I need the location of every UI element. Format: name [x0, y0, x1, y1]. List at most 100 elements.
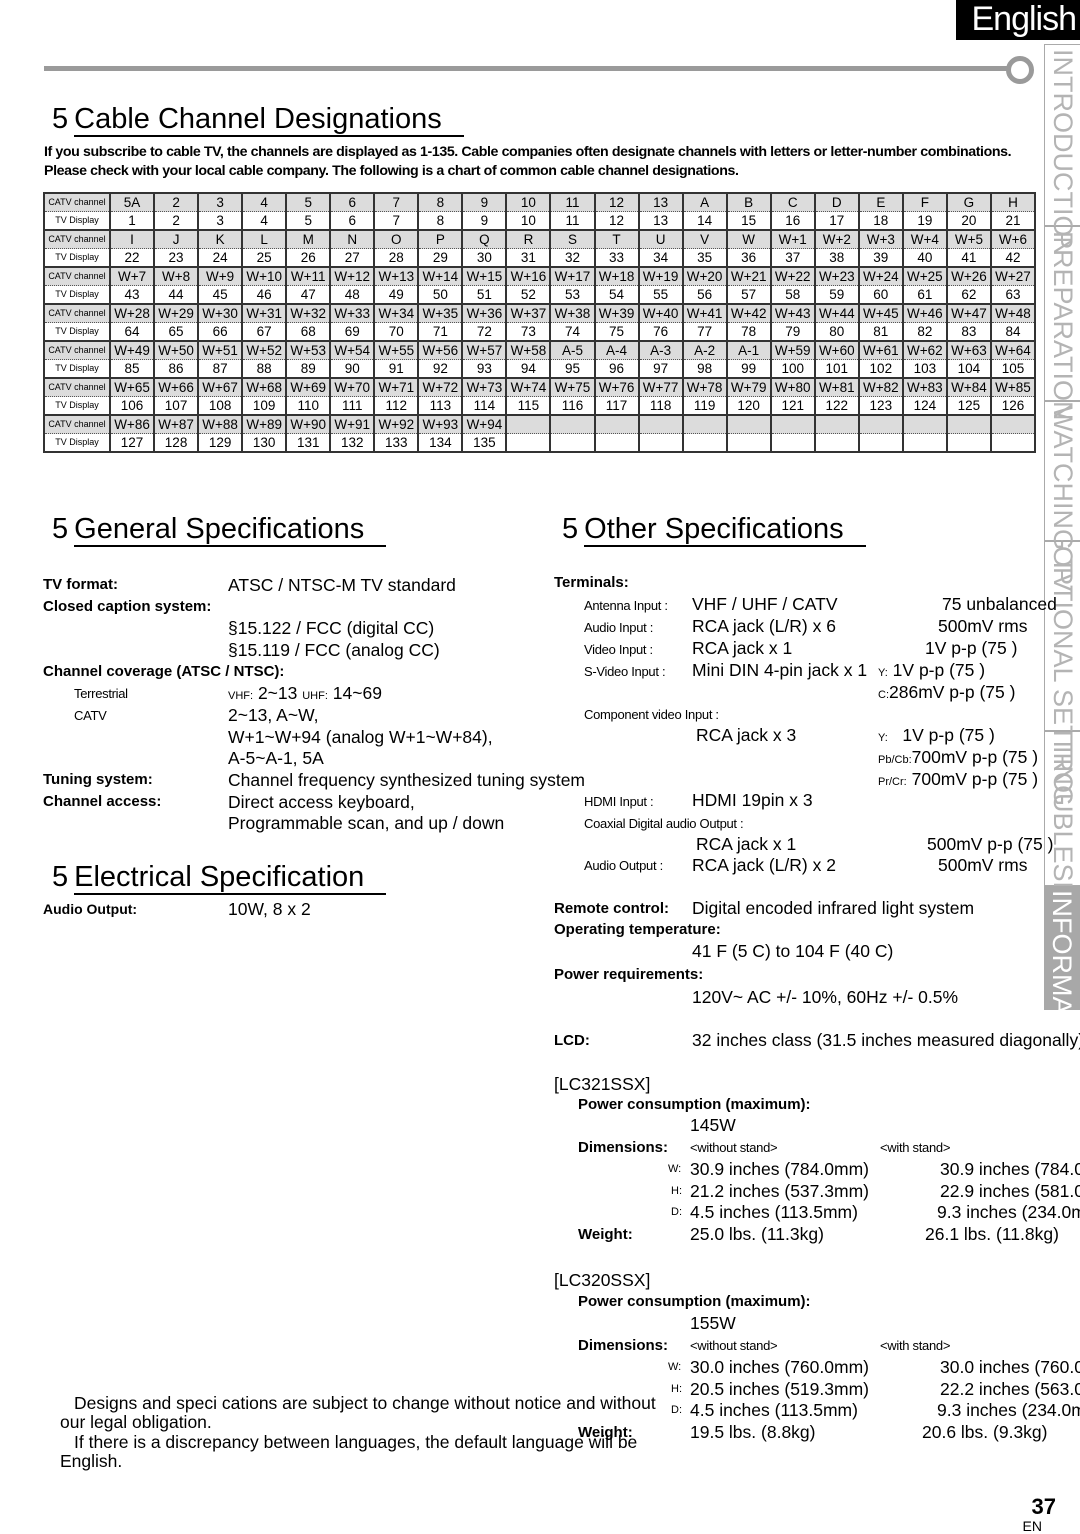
catv-channel-cell: W+73	[461, 377, 508, 397]
catv-channel-cell: W+88	[197, 414, 244, 434]
catv-channel-cell	[857, 414, 904, 434]
tv-display-cell: 64	[108, 322, 156, 342]
catv-channel-cell: L	[241, 229, 288, 249]
catv-channel-cell: W+67	[197, 377, 244, 397]
tv-display-cell: 61	[901, 285, 948, 305]
operating-temp-value: 41 F (5 C) to 104 F (40 C)	[692, 941, 894, 961]
catv-channel-row: CATV channel W+28 W+29 W+30 W+31 W+32 W+33 W+34…	[43, 303, 1037, 323]
catv-channel-cell: W+38	[549, 303, 596, 323]
tv-display-cell: 58	[769, 285, 816, 305]
catv-channel-cell: F	[901, 192, 948, 212]
tv-display-cell: 1	[108, 211, 156, 231]
footer-note-2-line-1: If there is a discrepancy between langua…	[74, 1432, 638, 1452]
tv-display-cell	[901, 433, 948, 453]
tv-display-cell: 121	[769, 396, 816, 416]
tv-display-cell: 18	[857, 211, 904, 231]
tv-display-cell: 123	[857, 396, 904, 416]
side-tab-optional-setting[interactable]: OPTIONAL SETTING	[1044, 541, 1080, 806]
tv-display-cell: 17	[813, 211, 860, 231]
model-1-dimensions-label: Dimensions:	[578, 1139, 669, 1156]
catv-channel-cell: W+51	[197, 340, 244, 360]
tv-display-cell: 39	[857, 248, 904, 268]
catv-channel-cell: W+79	[725, 377, 772, 397]
catv-channel-cell: W+46	[901, 303, 948, 323]
catv-channel-cell: 12	[593, 192, 640, 212]
tv-display-cell: 80	[813, 322, 860, 342]
cable-title-text: Cable Channel Designations	[74, 103, 464, 137]
side-tab-troubleshooting[interactable]: TROUBLESHOOTING	[1044, 731, 1080, 1008]
tv-display-cell: 50	[417, 285, 464, 305]
side-tab-preparation[interactable]: PREPARATION	[1044, 226, 1080, 421]
catv-channel-cell: E	[857, 192, 904, 212]
terrestrial-value: VHF: 2~13 UHF: 14~69	[228, 683, 382, 703]
model-1-d-label: D:	[671, 1206, 682, 1218]
catv-channel-cell: W+71	[373, 377, 420, 397]
catv-channel-cell: W+83	[901, 377, 948, 397]
tv-display-cell: 90	[329, 359, 376, 379]
catv-channel-cell: J	[153, 229, 200, 249]
model-2-h-without: 20.5 inches (519.3mm)	[690, 1379, 869, 1399]
side-tab-watching-tv[interactable]: WATCHING TV	[1044, 401, 1080, 592]
model-2-power-value: 155W	[690, 1313, 736, 1333]
side-tab-introduction[interactable]: INTRODUCTION	[1044, 44, 1080, 256]
catv-channel-cell: W+11	[285, 266, 332, 286]
component-y-spec: Y: 1V p-p (75 )	[878, 725, 995, 745]
catv-value-2: W+1~W+94 (analog W+1~W+84),	[228, 727, 493, 747]
coax-output-label: Coaxial Digital audio Output :	[584, 816, 744, 831]
tv-display-cell: 34	[637, 248, 684, 268]
tv-format-value: ATSC / NTSC-M TV standard	[228, 575, 456, 595]
catv-channel-cell: W+21	[725, 266, 772, 286]
tv-display-cell: 89	[285, 359, 332, 379]
page-language: EN	[1022, 1518, 1042, 1534]
other-section-title: 5 Other Specifications	[562, 512, 866, 547]
catv-channel-cell: 4	[241, 192, 288, 212]
catv-channel-cell: W+35	[417, 303, 464, 323]
bullet-icon: 5	[52, 861, 69, 893]
component-pb-spec: Pb/Cb:700mV p-p (75 )	[878, 747, 1039, 767]
model-1-without-stand: <without stand>	[690, 1140, 778, 1155]
tv-display-cell: 5	[285, 211, 332, 231]
model-2-d-without: 4.5 inches (113.5mm)	[690, 1400, 858, 1420]
tv-display-cell: 106	[108, 396, 156, 416]
side-tab-information[interactable]: INFORMATION	[1044, 886, 1080, 1010]
catv-channel-cell: V	[681, 229, 728, 249]
catv-channel-cell: W+30	[197, 303, 244, 323]
catv-label: CATV	[74, 708, 107, 723]
catv-channel-cell	[593, 414, 640, 434]
catv-channel-cell: W+66	[153, 377, 200, 397]
tv-display-cell: 72	[461, 322, 508, 342]
catv-channel-cell: W+47	[945, 303, 992, 323]
tv-display-cell: 76	[637, 322, 684, 342]
catv-channel-cell: W+3	[857, 229, 904, 249]
tv-display-cell: 103	[901, 359, 948, 379]
model-1-h-with: 22.9 inches (581.0mm)	[940, 1181, 1080, 1201]
antenna-input-label: Antenna Input :	[584, 598, 668, 613]
model-2-name: [LC320SSX]	[554, 1270, 651, 1290]
closed-caption-label: Closed caption system:	[43, 598, 212, 615]
svideo-input-value: Mini DIN 4-pin jack x 1	[692, 660, 868, 680]
catv-channel-cell: W+15	[461, 266, 508, 286]
tv-display-cell: 104	[945, 359, 992, 379]
page-number: 37	[1031, 1494, 1056, 1519]
model-2-w-without: 30.0 inches (760.0mm)	[690, 1357, 869, 1377]
model-2-power-label: Power consumption (maximum):	[578, 1293, 811, 1310]
tv-display-cell	[593, 433, 640, 453]
tv-display-cell: 69	[329, 322, 376, 342]
tv-display-cell: 46	[241, 285, 288, 305]
terrestrial-label: Terrestrial	[74, 686, 128, 701]
tv-display-cell: 27	[329, 248, 376, 268]
channel-access-value-2: Programmable scan, and up / down	[228, 813, 505, 833]
video-input-value: RCA jack x 1	[692, 638, 793, 658]
catv-channel-cell: W+4	[901, 229, 948, 249]
model-1-power-label: Power consumption (maximum):	[578, 1096, 811, 1113]
tv-display-cell: 57	[725, 285, 772, 305]
tv-display-cell: 65	[153, 322, 200, 342]
tv-display-cell: 67	[241, 322, 288, 342]
tv-display-cell: 35	[681, 248, 728, 268]
display-row-label: TV Display	[43, 322, 111, 342]
catv-channel-cell: W+14	[417, 266, 464, 286]
tv-display-cell: 129	[197, 433, 244, 453]
tv-display-cell: 62	[945, 285, 992, 305]
footer-note-1-line-2: our legal obligation.	[60, 1412, 212, 1432]
tv-display-cell	[681, 433, 728, 453]
